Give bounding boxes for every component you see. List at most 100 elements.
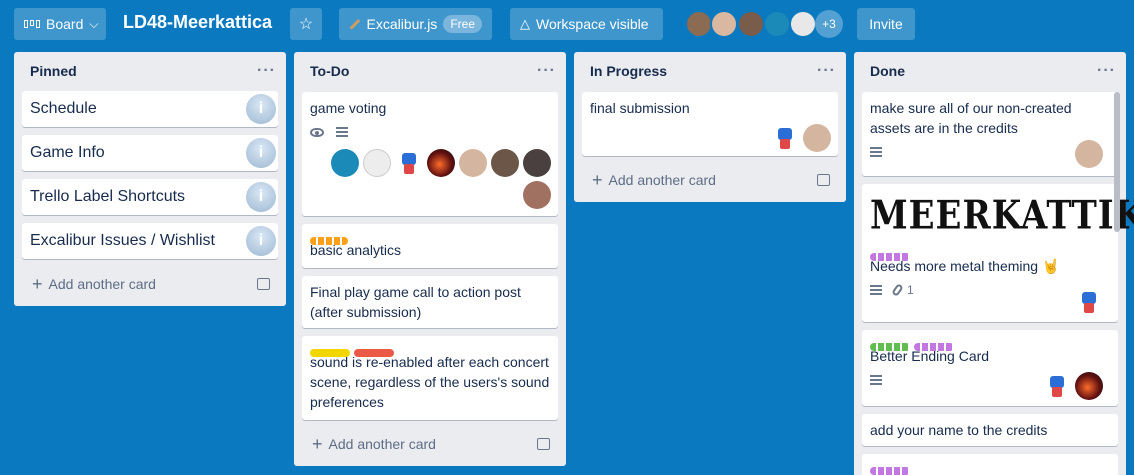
member-avatar[interactable] [685, 10, 713, 38]
description-icon [870, 147, 882, 157]
plus-icon: + [312, 434, 323, 454]
star-icon: ☆ [298, 16, 314, 33]
add-card-label: Add another card [608, 172, 716, 188]
card-title: Final play game call to action post (aft… [310, 284, 521, 320]
list-title[interactable]: In Progress [590, 63, 667, 79]
team-name: Excalibur.js [366, 16, 438, 32]
attachment-count: 1 [907, 283, 914, 297]
card-title: make sure all of our non-created assets … [870, 100, 1072, 136]
card[interactable] [862, 454, 1118, 475]
card-title: Better Ending Card [870, 348, 990, 364]
list-header: Pinned ··· [14, 52, 286, 90]
member-avatar[interactable] [803, 124, 831, 152]
card[interactable]: Final play game call to action post (aft… [302, 276, 558, 328]
card[interactable]: Better Ending Card [862, 330, 1118, 406]
board-icon [24, 20, 40, 28]
info-icon: i [246, 94, 276, 124]
list-scrollbar[interactable] [1114, 92, 1120, 232]
visibility-label: Workspace visible [536, 16, 649, 32]
template-icon[interactable] [817, 174, 830, 186]
add-card-button[interactable]: + Add another card [22, 270, 278, 298]
list-header: In Progress ··· [574, 52, 846, 90]
visibility-button[interactable]: △ Workspace visible [510, 8, 663, 40]
info-icon: i [246, 226, 276, 256]
description-icon [870, 375, 882, 385]
template-icon[interactable] [537, 438, 550, 450]
member-avatar[interactable] [737, 10, 765, 38]
team-button[interactable]: Excalibur.js Free [339, 8, 492, 40]
card-title: add your name to the credits [870, 422, 1048, 438]
list-pinned: Pinned ··· Schedule i Game Info i Trello L… [14, 52, 286, 306]
list-done: Done ··· make sure all of our non-create… [854, 52, 1134, 475]
card-title: Schedule [30, 100, 97, 117]
card-title: Needs more metal theming 🤘 [870, 258, 1060, 274]
list-todo: To-Do ··· game voting basic analytics Fi… [294, 52, 566, 466]
card-title: Game Info [30, 144, 105, 161]
more-members-badge[interactable]: +3 [815, 10, 843, 38]
list-title[interactable]: Done [870, 63, 905, 79]
card-title: basic analytics [310, 242, 402, 258]
member-avatar[interactable] [459, 149, 487, 177]
card-title: Excalibur Issues / Wishlist [30, 232, 215, 249]
card[interactable]: MEERKATTIKA Needs more metal theming 🤘 1 [862, 184, 1134, 322]
card-title: game voting [310, 100, 387, 116]
list-header: Done ··· [854, 52, 1126, 90]
template-icon[interactable] [257, 278, 270, 290]
label-purple [870, 467, 910, 475]
info-icon: i [246, 182, 276, 212]
list-menu-icon[interactable]: ··· [537, 63, 556, 79]
description-icon [870, 285, 882, 295]
member-avatar[interactable] [491, 149, 519, 177]
list-menu-icon[interactable]: ··· [257, 63, 276, 79]
member-avatar[interactable] [1075, 372, 1103, 400]
member-avatar[interactable] [331, 149, 359, 177]
card[interactable]: sound is re-enabled after each concert s… [302, 336, 558, 420]
member-avatar[interactable] [427, 149, 455, 177]
board-title[interactable]: LD48-Meerkattica [123, 12, 272, 33]
board-view-button[interactable]: Board ⌵ [14, 8, 106, 40]
member-avatar[interactable] [1075, 140, 1103, 168]
board-view-label: Board [46, 16, 84, 32]
robot-avatar[interactable] [395, 149, 423, 177]
list-title[interactable]: Pinned [30, 63, 77, 79]
robot-avatar[interactable] [1043, 372, 1071, 400]
card[interactable]: basic analytics [302, 224, 558, 268]
plus-icon: + [592, 170, 603, 190]
list-menu-icon[interactable]: ··· [1097, 63, 1116, 79]
add-card-button[interactable]: + Add another card [582, 166, 838, 194]
member-avatar[interactable] [710, 10, 738, 38]
attachment-icon [891, 283, 904, 297]
robot-avatar[interactable] [1075, 288, 1103, 316]
list-title[interactable]: To-Do [310, 63, 349, 79]
member-avatar[interactable] [763, 10, 791, 38]
member-avatar[interactable] [789, 10, 817, 38]
board-header: Board ⌵ LD48-Meerkattica ☆ Excalibur.js … [0, 0, 1134, 48]
card[interactable]: final submission [582, 92, 838, 156]
member-avatar[interactable] [523, 181, 551, 209]
robot-avatar[interactable] [771, 124, 799, 152]
invite-button[interactable]: Invite [857, 8, 915, 40]
star-button[interactable]: ☆ [290, 8, 322, 40]
card[interactable]: make sure all of our non-created assets … [862, 92, 1118, 176]
member-avatar[interactable] [523, 149, 551, 177]
add-card-button[interactable]: + Add another card [302, 430, 558, 458]
list-item[interactable]: Excalibur Issues / Wishlist i [22, 223, 278, 259]
add-card-label: Add another card [328, 436, 436, 452]
card-cover-logo: MEERKATTIKA [870, 193, 1134, 239]
chevron-down-icon: ⌵ [89, 16, 99, 31]
card[interactable]: add your name to the credits [862, 414, 1118, 446]
list-header: To-Do ··· [294, 52, 566, 90]
plan-badge: Free [443, 15, 482, 33]
plus-icon: + [32, 274, 43, 294]
list-item[interactable]: Trello Label Shortcuts i [22, 179, 278, 215]
list-item[interactable]: Game Info i [22, 135, 278, 171]
list-item[interactable]: Schedule i [22, 91, 278, 127]
member-avatar[interactable] [363, 149, 391, 177]
list-menu-icon[interactable]: ··· [817, 63, 836, 79]
card-title: final submission [590, 100, 690, 116]
card[interactable]: game voting [302, 92, 558, 216]
card-title: Trello Label Shortcuts [30, 188, 186, 205]
card-title: sound is re-enabled after each concert s… [310, 354, 550, 410]
info-icon: i [246, 138, 276, 168]
workspace-icon: △ [520, 16, 530, 31]
